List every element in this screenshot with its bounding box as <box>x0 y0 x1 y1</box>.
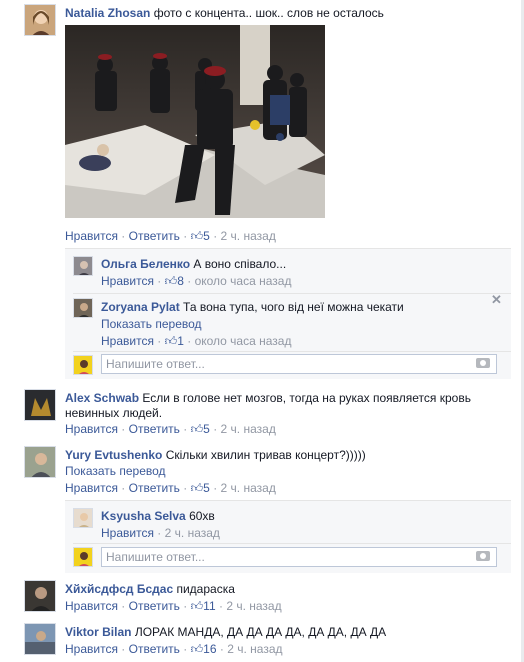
comment-text: фото с концента.. шок.. слов не осталось <box>153 6 384 20</box>
thumbs-up-icon[interactable]: 👍︎ <box>191 481 204 495</box>
show-translation-link[interactable]: Показать перевод <box>65 464 166 478</box>
translate-line: Показать перевод <box>65 463 166 479</box>
reply-link[interactable]: Ответить <box>129 642 180 656</box>
divider <box>73 543 511 544</box>
like-link[interactable]: Нравится <box>65 599 118 613</box>
thumbs-up-icon[interactable]: 👍︎ <box>191 229 204 243</box>
avatar[interactable] <box>24 4 56 36</box>
like-count[interactable]: 16 <box>203 642 216 656</box>
timestamp[interactable]: 2 ч. назад <box>226 599 281 613</box>
comment-author[interactable]: Хйхйсдфсд Бсдас <box>65 582 173 596</box>
reply-line: Zoryana Pylat Та вона тупа, чого від неї… <box>101 299 404 315</box>
comment-text: ЛОРАК МАНДА, ДА ДА ДА ДА, ДА ДА, ДА ДА <box>134 625 387 639</box>
timestamp[interactable]: 2 ч. назад <box>165 526 220 540</box>
reply-link[interactable]: Ответить <box>129 229 180 243</box>
avatar[interactable] <box>73 256 93 276</box>
camera-icon[interactable] <box>476 551 490 561</box>
attached-photo[interactable] <box>65 25 325 218</box>
reply-text: 60хв <box>189 509 215 523</box>
comment-text: Если в голове нет мозгов, тогда на руках… <box>142 391 471 405</box>
comment-line: Хйхйсдфсд Бсдас пидараска <box>65 581 235 597</box>
reply-line: Ольга Беленко А воно співало... <box>101 256 286 272</box>
comment-line: Natalia Zhosan фото с концента.. шок.. с… <box>65 5 384 21</box>
comment-line: Yury Evtushenko Скільки хвилин тривав ко… <box>65 447 366 463</box>
reply-link[interactable]: Ответить <box>129 422 180 436</box>
like-link[interactable]: Нравится <box>101 274 154 288</box>
like-count[interactable]: 1 <box>177 334 184 348</box>
timestamp[interactable]: 2 ч. назад <box>221 481 276 495</box>
avatar[interactable] <box>24 623 56 655</box>
like-count[interactable]: 5 <box>203 229 210 243</box>
thumbs-up-icon[interactable]: 👍︎ <box>191 642 204 656</box>
comment-author[interactable]: Yury Evtushenko <box>65 448 162 462</box>
comment-text-cont: невинных людей. <box>65 406 163 420</box>
reply-link[interactable]: Ответить <box>129 599 180 613</box>
like-link[interactable]: Нравится <box>65 642 118 656</box>
thumbs-up-icon[interactable]: 👍︎ <box>165 274 178 288</box>
avatar <box>73 547 93 567</box>
avatar[interactable] <box>73 508 93 528</box>
thumbs-up-icon[interactable]: 👍︎ <box>191 599 204 613</box>
timestamp[interactable]: около часа назад <box>195 334 292 348</box>
like-link[interactable]: Нравится <box>101 526 154 540</box>
divider <box>73 293 511 294</box>
divider <box>73 351 511 352</box>
like-link[interactable]: Нравится <box>65 422 118 436</box>
avatar <box>73 355 93 375</box>
reply-text: Та вона тупа, чого від неї можна чекати <box>183 300 404 314</box>
reply-author[interactable]: Ольга Беленко <box>101 257 190 271</box>
show-translation-link[interactable]: Показать перевод <box>101 317 202 331</box>
reply-actions: Нравится · 👍︎1 · около часа назад <box>101 334 292 348</box>
like-link[interactable]: Нравится <box>65 229 118 243</box>
reply-author[interactable]: Zoryana Pylat <box>101 300 180 314</box>
timestamp[interactable]: 2 ч. назад <box>221 229 276 243</box>
avatar[interactable] <box>24 389 56 421</box>
reply-input[interactable]: Напишите ответ... <box>101 547 497 567</box>
comment-actions: Нравится · Ответить · 👍︎16 · 2 ч. назад <box>65 642 283 656</box>
comment-text: пидараска <box>176 582 235 596</box>
reply-actions: Нравится · 👍︎8 · около часа назад <box>101 274 292 288</box>
like-count[interactable]: 8 <box>177 274 184 288</box>
comment-text: Скільки хвилин тривав концерт?))))) <box>165 448 366 462</box>
reply-link[interactable]: Ответить <box>129 481 180 495</box>
timestamp[interactable]: 2 ч. назад <box>221 422 276 436</box>
thumbs-up-icon[interactable]: 👍︎ <box>165 334 178 348</box>
comment-line: Alex Schwab Если в голове нет мозгов, то… <box>65 390 471 406</box>
translate-line: Показать перевод <box>101 316 202 332</box>
comment-actions: Нравится · Ответить · 👍︎11 · 2 ч. назад <box>65 599 282 613</box>
comment-author[interactable]: Viktor Bilan <box>65 625 131 639</box>
camera-icon[interactable] <box>476 358 490 368</box>
reply-input[interactable]: Напишите ответ... <box>101 354 497 374</box>
reply-line: Ksyusha Selva 60хв <box>101 508 215 524</box>
like-link[interactable]: Нравится <box>65 481 118 495</box>
avatar[interactable] <box>24 446 56 478</box>
comment-author[interactable]: Natalia Zhosan <box>65 6 150 20</box>
like-count[interactable]: 5 <box>203 422 210 436</box>
comment-actions: Нравится · Ответить · 👍︎5 · 2 ч. назад <box>65 229 276 243</box>
like-count[interactable]: 5 <box>203 481 210 495</box>
timestamp[interactable]: 2 ч. назад <box>227 642 282 656</box>
comment-line: Viktor Bilan ЛОРАК МАНДА, ДА ДА ДА ДА, Д… <box>65 624 386 640</box>
like-count[interactable]: 11 <box>203 599 215 613</box>
comment-actions: Нравится · Ответить · 👍︎5 · 2 ч. назад <box>65 422 276 436</box>
reply-text: А воно співало... <box>193 257 287 271</box>
avatar[interactable] <box>24 580 56 612</box>
like-link[interactable]: Нравится <box>101 334 154 348</box>
comment-actions: Нравится · Ответить · 👍︎5 · 2 ч. назад <box>65 481 276 495</box>
reply-author[interactable]: Ksyusha Selva <box>101 509 186 523</box>
timestamp[interactable]: около часа назад <box>195 274 292 288</box>
close-icon[interactable]: ✕ <box>491 292 502 308</box>
thumbs-up-icon[interactable]: 👍︎ <box>191 422 204 436</box>
reply-actions: Нравится · 2 ч. назад <box>101 526 220 540</box>
avatar[interactable] <box>73 298 93 318</box>
comment-author[interactable]: Alex Schwab <box>65 391 139 405</box>
